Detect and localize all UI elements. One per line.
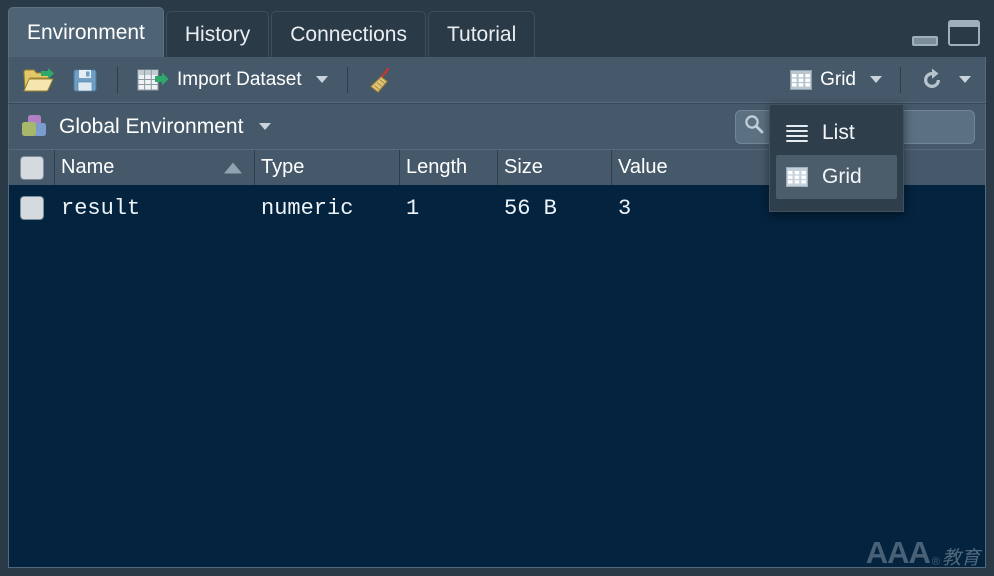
column-header-size-label: Size: [504, 156, 543, 179]
global-environment-icon: [19, 113, 49, 141]
environment-table: Name Type Length Size Value result numer…: [8, 150, 986, 568]
toolbar-right-group: Grid: [786, 65, 975, 95]
load-workspace-button[interactable]: [19, 65, 59, 95]
column-header-length-label: Length: [406, 156, 467, 179]
import-dataset-button[interactable]: Import Dataset: [133, 66, 332, 94]
refresh-icon: [919, 67, 945, 93]
cell-length: 1: [400, 196, 498, 221]
tab-list: Environment History Connections Tutorial: [0, 0, 537, 57]
view-mode-menu: List: [769, 104, 904, 212]
tab-history-label: History: [185, 23, 250, 47]
view-mode-label: Grid: [820, 69, 856, 91]
maximize-icon[interactable]: [948, 20, 980, 46]
tab-connections-label: Connections: [290, 23, 407, 47]
tab-tutorial[interactable]: Tutorial: [428, 11, 535, 57]
toolbar-separator-1: [117, 67, 118, 93]
chevron-down-icon[interactable]: [316, 76, 328, 83]
view-mode-button[interactable]: Grid: [786, 67, 886, 93]
menu-item-list[interactable]: List: [776, 111, 897, 155]
column-header-size[interactable]: Size: [498, 150, 612, 185]
column-header-name-label: Name: [61, 156, 114, 179]
cell-name: result: [55, 196, 255, 221]
clear-workspace-button[interactable]: [363, 65, 399, 95]
open-folder-icon: [23, 67, 55, 93]
toolbar-left-group: Import Dataset: [19, 65, 399, 95]
environment-selector[interactable]: Global Environment: [19, 113, 271, 141]
toolbar-separator-2: [347, 67, 348, 93]
select-all-header[interactable]: [9, 150, 55, 185]
tab-environment-label: Environment: [27, 21, 145, 45]
column-header-value-label: Value: [618, 156, 668, 179]
menu-item-list-label: List: [822, 121, 855, 145]
import-dataset-label: Import Dataset: [177, 69, 302, 91]
search-icon: [744, 114, 764, 139]
chevron-down-icon[interactable]: [870, 76, 882, 83]
save-workspace-button[interactable]: [68, 65, 102, 95]
tab-tutorial-label: Tutorial: [447, 23, 516, 47]
row-checkbox[interactable]: [20, 196, 44, 220]
column-header-type[interactable]: Type: [255, 150, 400, 185]
refresh-button[interactable]: [915, 65, 975, 95]
window-controls: [912, 20, 980, 46]
rstudio-environment-pane: Environment History Connections Tutorial: [0, 0, 994, 576]
cell-size: 56 B: [498, 196, 612, 221]
grid-view-icon: [790, 70, 812, 90]
menu-item-grid-label: Grid: [822, 165, 862, 189]
tab-strip: Environment History Connections Tutorial: [0, 0, 994, 57]
minimize-icon[interactable]: [912, 36, 938, 46]
chevron-down-icon[interactable]: [259, 123, 271, 130]
chevron-down-icon[interactable]: [959, 76, 971, 83]
menu-item-grid[interactable]: Grid: [776, 155, 897, 199]
toolbar-separator-3: [900, 67, 901, 93]
row-select-cell[interactable]: [9, 196, 55, 220]
tab-history[interactable]: History: [166, 11, 269, 57]
tab-environment[interactable]: Environment: [8, 7, 164, 57]
cell-type: numeric: [255, 196, 400, 221]
column-header-type-label: Type: [261, 156, 304, 179]
import-dataset-icon: [137, 68, 169, 92]
list-view-icon: [786, 124, 808, 142]
select-all-checkbox[interactable]: [20, 156, 44, 180]
sort-ascending-icon: [224, 162, 242, 173]
environment-label: Global Environment: [59, 115, 243, 139]
broom-icon: [367, 67, 395, 93]
grid-view-icon: [786, 167, 808, 187]
column-header-length[interactable]: Length: [400, 150, 498, 185]
toolbar: Import Dataset: [8, 57, 986, 103]
column-header-name[interactable]: Name: [55, 150, 255, 185]
save-disk-icon: [72, 67, 98, 93]
tab-connections[interactable]: Connections: [271, 11, 426, 57]
